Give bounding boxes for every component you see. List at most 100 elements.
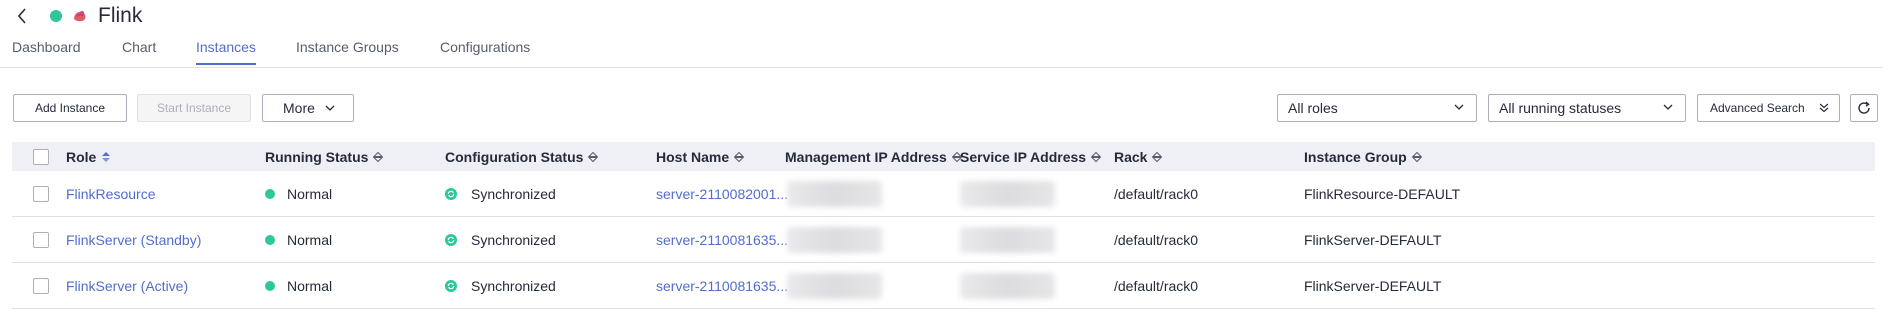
rack-cell: /default/rack0 [1114, 232, 1199, 248]
toolbar: Add Instance Start Instance More All rol… [0, 94, 1883, 124]
column-label: Host Name [656, 148, 730, 165]
refresh-icon [1858, 101, 1870, 114]
config-status-cell: Synchronized [445, 171, 556, 217]
chevron-down-icon [1454, 104, 1464, 110]
sort-icon[interactable] [588, 151, 599, 163]
column-header-role[interactable]: Role [66, 142, 111, 171]
role-link[interactable]: FlinkServer (Standby) [66, 217, 201, 263]
column-label: Running Status [265, 148, 369, 165]
redacted-block [787, 273, 882, 299]
table-row: FlinkServer (Active) Normal Synchronized… [12, 263, 1875, 309]
page-title: Flink [98, 4, 143, 27]
double-chevron-down-icon [1819, 103, 1829, 113]
tab-dashboard[interactable]: Dashboard [12, 39, 81, 65]
role-link[interactable]: FlinkResource [66, 171, 155, 217]
running-status-text: Normal [287, 278, 333, 294]
sort-icon[interactable] [1091, 151, 1102, 163]
host-name-link[interactable]: server-2110081635... [656, 263, 788, 309]
synchronized-icon [445, 280, 457, 292]
sort-icon[interactable] [1152, 151, 1163, 163]
rack-cell: /default/rack0 [1114, 278, 1199, 294]
running-status-filter-select[interactable]: All running statuses [1488, 94, 1686, 122]
back-button[interactable] [12, 3, 32, 29]
column-header-running-status[interactable]: Running Status [265, 142, 384, 171]
service-status-dot [50, 10, 62, 22]
flink-logo-icon [74, 11, 86, 22]
tab-instance-groups[interactable]: Instance Groups [296, 39, 399, 65]
running-status-text: Normal [287, 186, 333, 202]
row-checkbox[interactable] [33, 277, 49, 294]
chevron-down-icon [325, 105, 335, 111]
select-all-checkbox[interactable] [33, 148, 49, 165]
roles-filter-select[interactable]: All roles [1277, 94, 1477, 122]
column-header-management-ip[interactable]: Management IP Address [785, 142, 962, 171]
sort-icon[interactable] [101, 151, 111, 163]
row-checkbox[interactable] [33, 231, 49, 248]
config-status-cell: Synchronized [445, 263, 556, 309]
table-row: FlinkResource Normal Synchronized server… [12, 171, 1875, 217]
running-status-cell: Normal [265, 171, 332, 217]
running-status-filter-value: All running statuses [1499, 100, 1622, 116]
column-header-configuration-status[interactable]: Configuration Status [445, 142, 599, 171]
column-header-host-name[interactable]: Host Name [656, 142, 745, 171]
running-status-cell: Normal [265, 263, 332, 309]
config-status-text: Synchronized [471, 278, 556, 294]
tab-configurations[interactable]: Configurations [440, 39, 530, 65]
tab-bar: Dashboard Chart Instances Instance Group… [0, 36, 1883, 68]
tab-chart[interactable]: Chart [122, 39, 156, 65]
sort-icon[interactable] [1411, 151, 1422, 163]
page-header: Flink [12, 2, 142, 30]
status-normal-icon [265, 281, 275, 291]
service-ip-redacted [960, 263, 1055, 309]
instance-group-cell: FlinkServer-DEFAULT [1304, 278, 1442, 294]
management-ip-redacted [787, 263, 882, 309]
add-instance-button[interactable]: Add Instance [13, 94, 127, 122]
start-instance-button[interactable]: Start Instance [137, 94, 251, 122]
more-dropdown[interactable]: More [262, 94, 354, 122]
service-ip-redacted [960, 217, 1055, 263]
column-label: Configuration Status [445, 148, 584, 165]
column-label: Management IP Address [785, 148, 947, 165]
role-link[interactable]: FlinkServer (Active) [66, 263, 188, 309]
column-header-rack[interactable]: Rack [1114, 142, 1163, 171]
synchronized-icon [445, 188, 457, 200]
config-status-text: Synchronized [471, 186, 556, 202]
column-label: Instance Group [1304, 148, 1407, 165]
refresh-button[interactable] [1850, 94, 1878, 122]
column-label: Service IP Address [960, 148, 1087, 165]
roles-filter-value: All roles [1288, 100, 1338, 116]
table-header: Role Running Status Configuration Status… [12, 142, 1875, 171]
advanced-search-label: Advanced Search [1710, 101, 1805, 115]
row-checkbox[interactable] [33, 185, 49, 202]
redacted-block [787, 227, 882, 253]
synchronized-icon [445, 234, 457, 246]
config-status-text: Synchronized [471, 232, 556, 248]
table-row: FlinkServer (Standby) Normal Synchronize… [12, 217, 1875, 263]
column-label: Rack [1114, 148, 1148, 165]
chevron-down-icon [1663, 104, 1673, 110]
instance-group-cell: FlinkServer-DEFAULT [1304, 232, 1442, 248]
chevron-left-icon [17, 8, 26, 24]
redacted-block [960, 227, 1055, 253]
tab-instances[interactable]: Instances [196, 39, 256, 65]
advanced-search-button[interactable]: Advanced Search [1697, 94, 1840, 122]
more-label: More [283, 100, 315, 116]
column-header-service-ip[interactable]: Service IP Address [960, 142, 1102, 171]
status-normal-icon [265, 189, 275, 199]
column-header-instance-group[interactable]: Instance Group [1304, 142, 1422, 171]
running-status-cell: Normal [265, 217, 332, 263]
status-normal-icon [265, 235, 275, 245]
redacted-block [787, 181, 882, 207]
host-name-link[interactable]: server-2110082001... [656, 171, 788, 217]
service-ip-redacted [960, 171, 1055, 217]
sort-icon[interactable] [373, 151, 384, 163]
sort-icon[interactable] [734, 151, 745, 163]
instance-group-cell: FlinkResource-DEFAULT [1304, 186, 1461, 202]
column-label: Role [66, 148, 97, 165]
config-status-cell: Synchronized [445, 217, 556, 263]
redacted-block [960, 273, 1055, 299]
instances-table: Role Running Status Configuration Status… [12, 142, 1875, 309]
redacted-block [960, 181, 1055, 207]
running-status-text: Normal [287, 232, 333, 248]
host-name-link[interactable]: server-2110081635... [656, 217, 788, 263]
